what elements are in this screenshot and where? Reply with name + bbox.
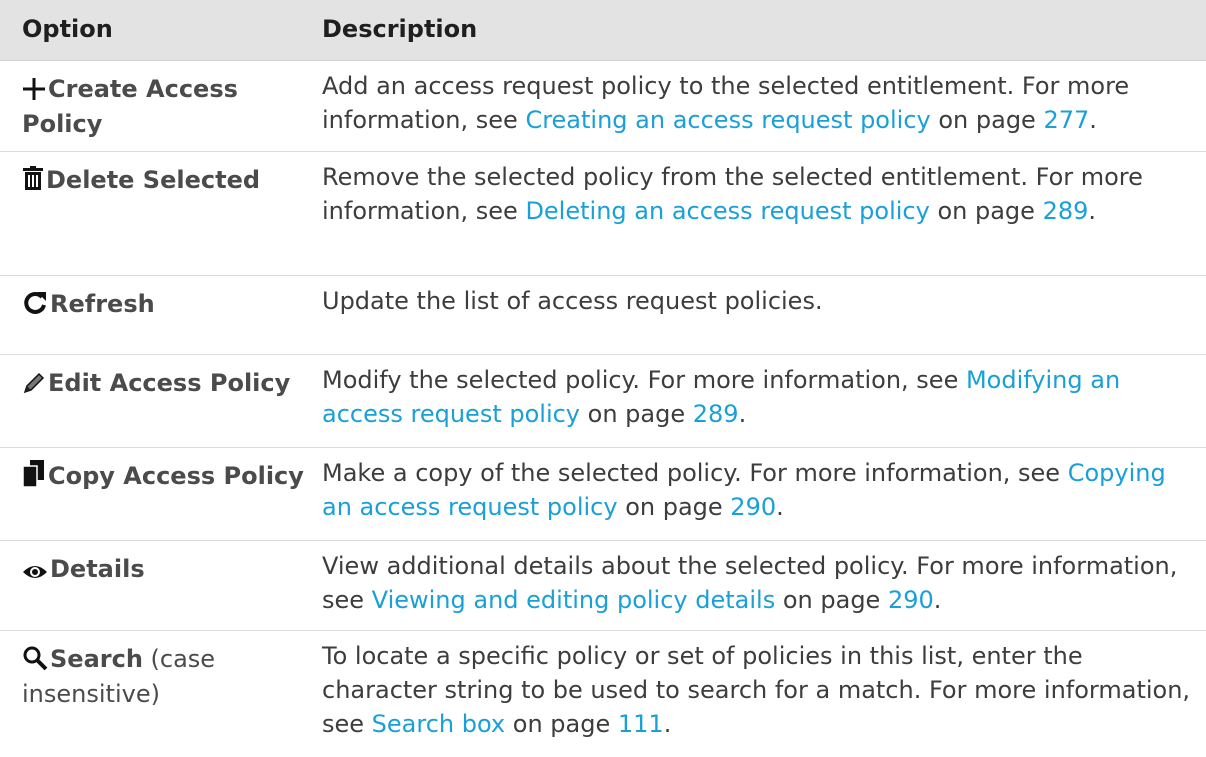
link-page-277[interactable]: 277 [1043,106,1089,134]
description-cell: Remove the selected policy from the sele… [322,163,1143,225]
option-cell: Edit Access Policy [0,355,322,447]
option-label: Refresh [50,290,155,318]
pencil-icon [22,371,46,395]
option-cell: Details [0,541,322,630]
trash-icon [22,166,44,192]
eye-icon [22,563,48,581]
option-cell: Copy Access Policy [0,448,322,540]
option-label: Details [50,555,145,583]
option-label: Delete Selected [46,166,261,194]
document-page: Option Description Create Access Policy … [0,0,1206,757]
link-viewing-policy-details[interactable]: Viewing and editing policy details [372,586,776,614]
link-page-111[interactable]: 111 [618,710,664,738]
description-cell: View additional details about the select… [322,552,1178,614]
link-deleting-policy[interactable]: Deleting an access request policy [525,197,929,225]
table-row: Search (case insensitive) To locate a sp… [0,631,1206,757]
refresh-icon [22,290,48,316]
description-cell: Update the list of access request polici… [322,287,823,315]
option-cell: Search (case insensitive) [22,645,216,708]
option-label: Search [50,645,143,673]
option-label: Create Access Policy [22,75,238,138]
plus-icon [22,77,46,101]
description-cell: Add an access request policy to the sele… [322,72,1130,134]
table-row: Delete Selected Remove the selected poli… [0,152,1206,276]
link-page-289[interactable]: 289 [693,400,739,428]
header-description: Description [322,15,478,43]
header-option: Option [22,15,113,43]
link-creating-policy[interactable]: Creating an access request policy [525,106,930,134]
search-icon [22,645,48,671]
description-cell: Modify the selected policy. For more inf… [322,366,1121,428]
link-page-290[interactable]: 290 [730,493,776,521]
copy-icon [22,460,46,488]
table-header: Option Description [0,0,1206,61]
description-cell: To locate a specific policy or set of po… [322,642,1191,738]
description-cell: Make a copy of the selected policy. For … [322,459,1166,521]
table-row: Create Access Policy Add an access reque… [0,61,1206,152]
table-row: Copy Access Policy Make a copy of the se… [0,448,1206,541]
option-cell: Delete Selected [0,152,322,275]
table-row: Refresh Update the list of access reques… [0,276,1206,355]
options-table: Option Description Create Access Policy … [0,0,1206,757]
option-cell: Create Access Policy [0,61,322,151]
option-cell: Refresh [0,276,322,354]
option-label: Edit Access Policy [48,369,291,397]
table-row: Details View additional details about th… [0,541,1206,631]
link-page-290[interactable]: 290 [888,586,934,614]
link-search-box[interactable]: Search box [372,710,505,738]
link-page-289[interactable]: 289 [1043,197,1089,225]
table-row: Edit Access Policy Modify the selected p… [0,355,1206,448]
option-label: Copy Access Policy [48,462,304,490]
